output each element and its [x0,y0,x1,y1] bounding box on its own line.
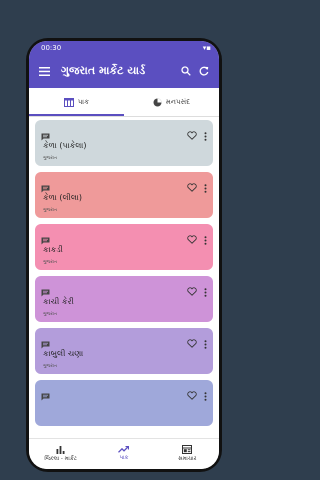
app-screen: 00:30 ▾▪ ગુજરાત માર્કેટ યાર્ડ પાક મનપસંદ… [29,41,219,469]
menu-icon[interactable] [35,62,53,80]
status-icons: ▾▪ [202,43,211,52]
refresh-icon[interactable] [195,62,213,80]
nav-district-market-label: જિલ્લા - માર્કેટ [44,455,77,462]
nav-crops[interactable]: પાક [92,439,155,469]
crop-name: કાબુલી ચણા [43,349,84,358]
more-vert-icon[interactable] [204,282,207,301]
heart-icon[interactable] [187,229,197,248]
table-icon [63,97,74,107]
crop-category: ગુજરાત [43,208,57,213]
tab-bar: પાક મનપસંદ [29,88,219,117]
more-vert-icon[interactable] [204,178,207,197]
newspaper-icon [182,445,193,454]
heart-icon[interactable] [187,333,197,352]
status-time: 00:30 [41,43,62,52]
crop-card[interactable]: કાબુલી ચણા ગુજરાત [35,328,213,374]
nav-news-label: સમાચાર [178,456,197,462]
app-bar: ગુજરાત માર્કેટ યાર્ડ [29,54,219,88]
pie-chart-icon [153,98,162,106]
more-vert-icon[interactable] [204,230,207,249]
tab-favorites[interactable]: મનપસંદ [124,88,219,116]
tab-crops[interactable]: પાક [29,88,124,116]
nav-crops-label: પાક [119,455,129,461]
crop-category: ગુજરાત [43,312,57,317]
more-vert-icon[interactable] [204,126,207,145]
trending-up-icon [118,446,130,453]
crop-card[interactable]: કાચી કેરી ગુજરાત [35,276,213,322]
bottom-navigation: જિલ્લા - માર્કેટ પાક સમાચાર [29,438,219,469]
more-vert-icon[interactable] [204,334,207,353]
crop-name: કાકડી [43,245,63,254]
crop-card[interactable]: કેળા (પાકેલા) ગુજરાત [35,120,213,166]
crop-card[interactable]: કેળા (લીલા) ગુજરાત [35,172,213,218]
heart-icon[interactable] [187,125,197,144]
app-title: ગુજરાત માર્કેટ યાર્ડ [61,64,146,77]
heart-icon[interactable] [187,385,197,404]
crop-name: કેળા (પાકેલા) [43,141,87,150]
search-icon[interactable] [177,62,195,80]
bar-chart-icon [56,445,65,454]
more-vert-icon[interactable] [204,386,207,405]
nav-news[interactable]: સમાચાર [156,439,219,469]
tab-crops-label: પાક [77,97,90,106]
crop-name: કાચી કેરી [43,297,74,306]
crop-category: ગુજરાત [43,260,57,265]
comment-icon [41,386,50,405]
heart-icon[interactable] [187,281,197,300]
crop-card[interactable] [35,380,213,426]
status-bar: 00:30 ▾▪ [29,41,219,54]
crop-card[interactable]: કાકડી ગુજરાત [35,224,213,270]
crop-category: ગુજરાત [43,364,57,369]
tab-favorites-label: મનપસંદ [165,97,191,106]
crop-name: કેળા (લીલા) [43,193,82,202]
heart-icon[interactable] [187,177,197,196]
crop-list: કેળા (પાકેલા) ગુજરાત કેળા (લીલા) ગુજરાત કાકડ… [29,117,219,439]
crop-category: ગુજરાત [43,156,57,161]
nav-district-market[interactable]: જિલ્લા - માર્કેટ [29,439,92,469]
